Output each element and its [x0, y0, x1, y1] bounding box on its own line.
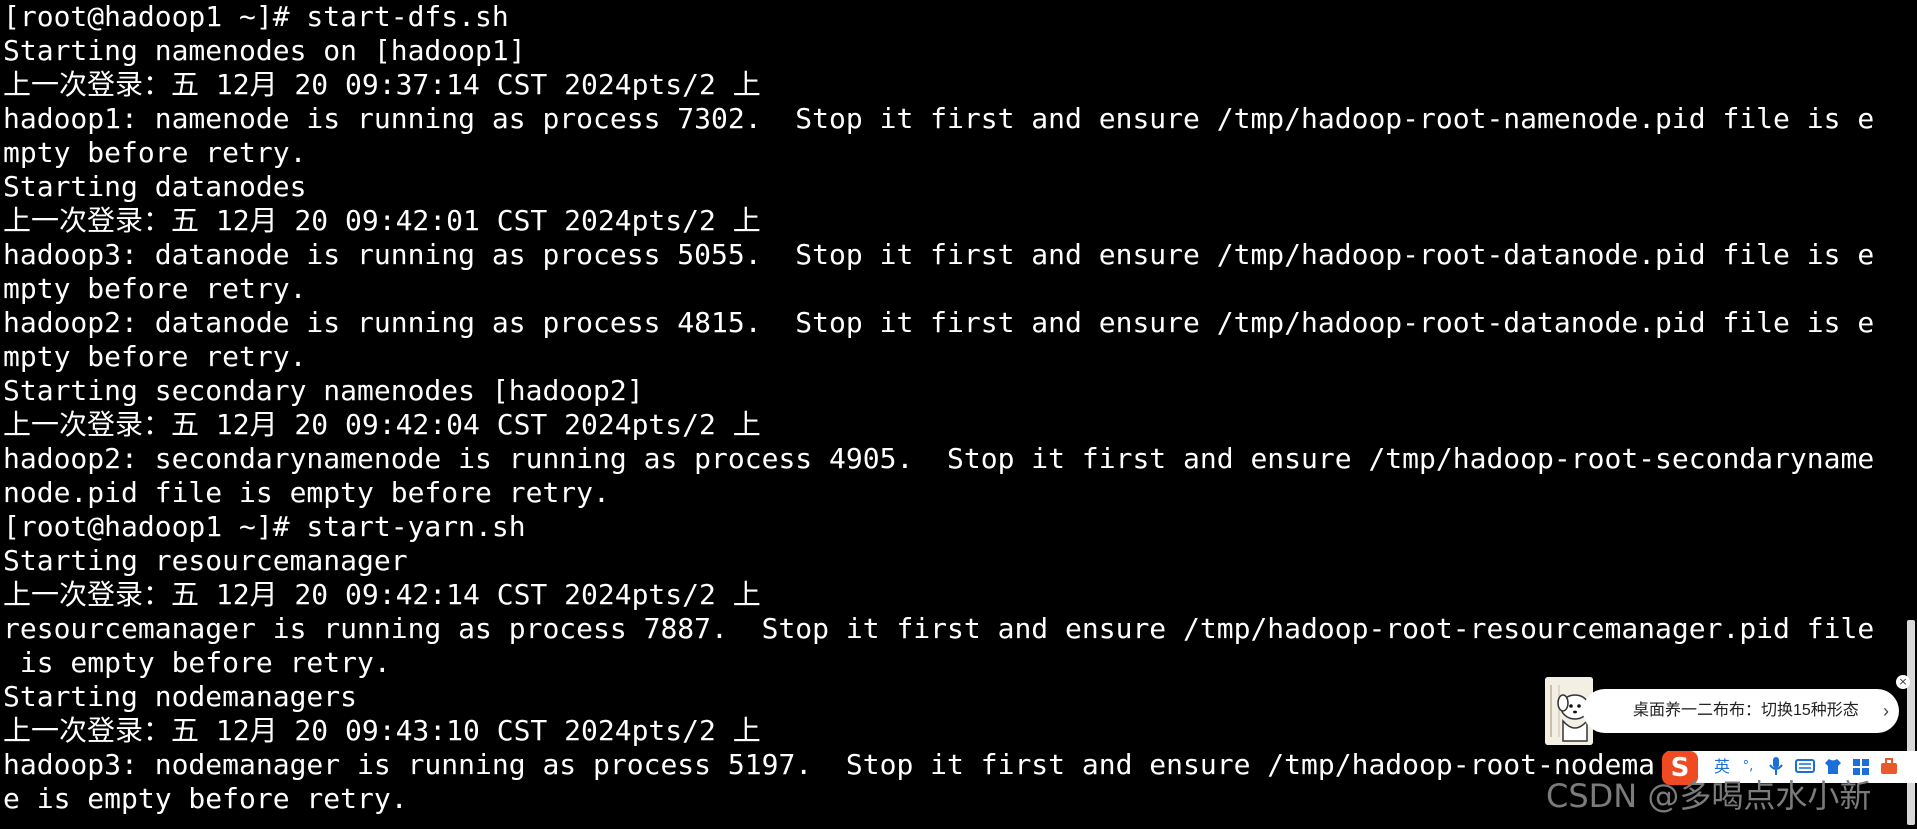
terminal-line: is empty before retry.: [3, 646, 391, 679]
terminal-line: [root@hadoop1 ~]# start-dfs.sh: [3, 0, 509, 33]
terminal-line: 上一次登录：五 12月 20 09:42:01 CST 2024pts/2 上: [3, 204, 761, 237]
notification-text: 桌面养一二布布：切换15种形态: [1633, 702, 1859, 719]
terminal-line: Starting datanodes: [3, 170, 307, 203]
terminal-line: hadoop2: datanode is running as process …: [3, 306, 1875, 339]
terminal-line: mpty before retry.: [3, 340, 307, 373]
chevron-right-icon[interactable]: ›: [1883, 689, 1889, 733]
terminal-line: [root@hadoop1 ~]# start-yarn.sh: [3, 510, 526, 543]
terminal-line: hadoop2: secondarynamenode is running as…: [3, 442, 1875, 475]
terminal-line: hadoop1: namenode is running as process …: [3, 102, 1875, 135]
toolbox-icon[interactable]: [1877, 755, 1901, 779]
close-icon[interactable]: ×: [1896, 675, 1910, 689]
notification-bubble[interactable]: 桌面养一二布布：切换15种形态 ›: [1583, 689, 1899, 733]
terminal-line: mpty before retry.: [3, 272, 307, 305]
terminal-line: 上一次登录：五 12月 20 09:37:14 CST 2024pts/2 上: [3, 68, 761, 101]
terminal-line: Starting secondary namenodes [hadoop2]: [3, 374, 644, 407]
csdn-watermark: CSDN @多喝点水小新: [1546, 777, 1872, 815]
terminal-line: Starting namenodes on [hadoop1]: [3, 34, 526, 67]
vertical-scrollbar[interactable]: [1903, 0, 1917, 829]
scrollbar-thumb[interactable]: [1907, 620, 1915, 825]
terminal-line: mpty before retry.: [3, 136, 307, 169]
terminal-line: hadoop3: datanode is running as process …: [3, 238, 1875, 271]
terminal-line: node.pid file is empty before retry.: [3, 476, 610, 509]
terminal-line: 上一次登录：五 12月 20 09:42:14 CST 2024pts/2 上: [3, 578, 761, 611]
desktop-pet-notification[interactable]: 桌面养一二布布：切换15种形态 ›: [1545, 677, 1905, 747]
terminal-line: Starting resourcemanager: [3, 544, 408, 577]
terminal-line: 上一次登录：五 12月 20 09:42:04 CST 2024pts/2 上: [3, 408, 761, 441]
terminal-line: resourcemanager is running as process 78…: [3, 612, 1875, 645]
